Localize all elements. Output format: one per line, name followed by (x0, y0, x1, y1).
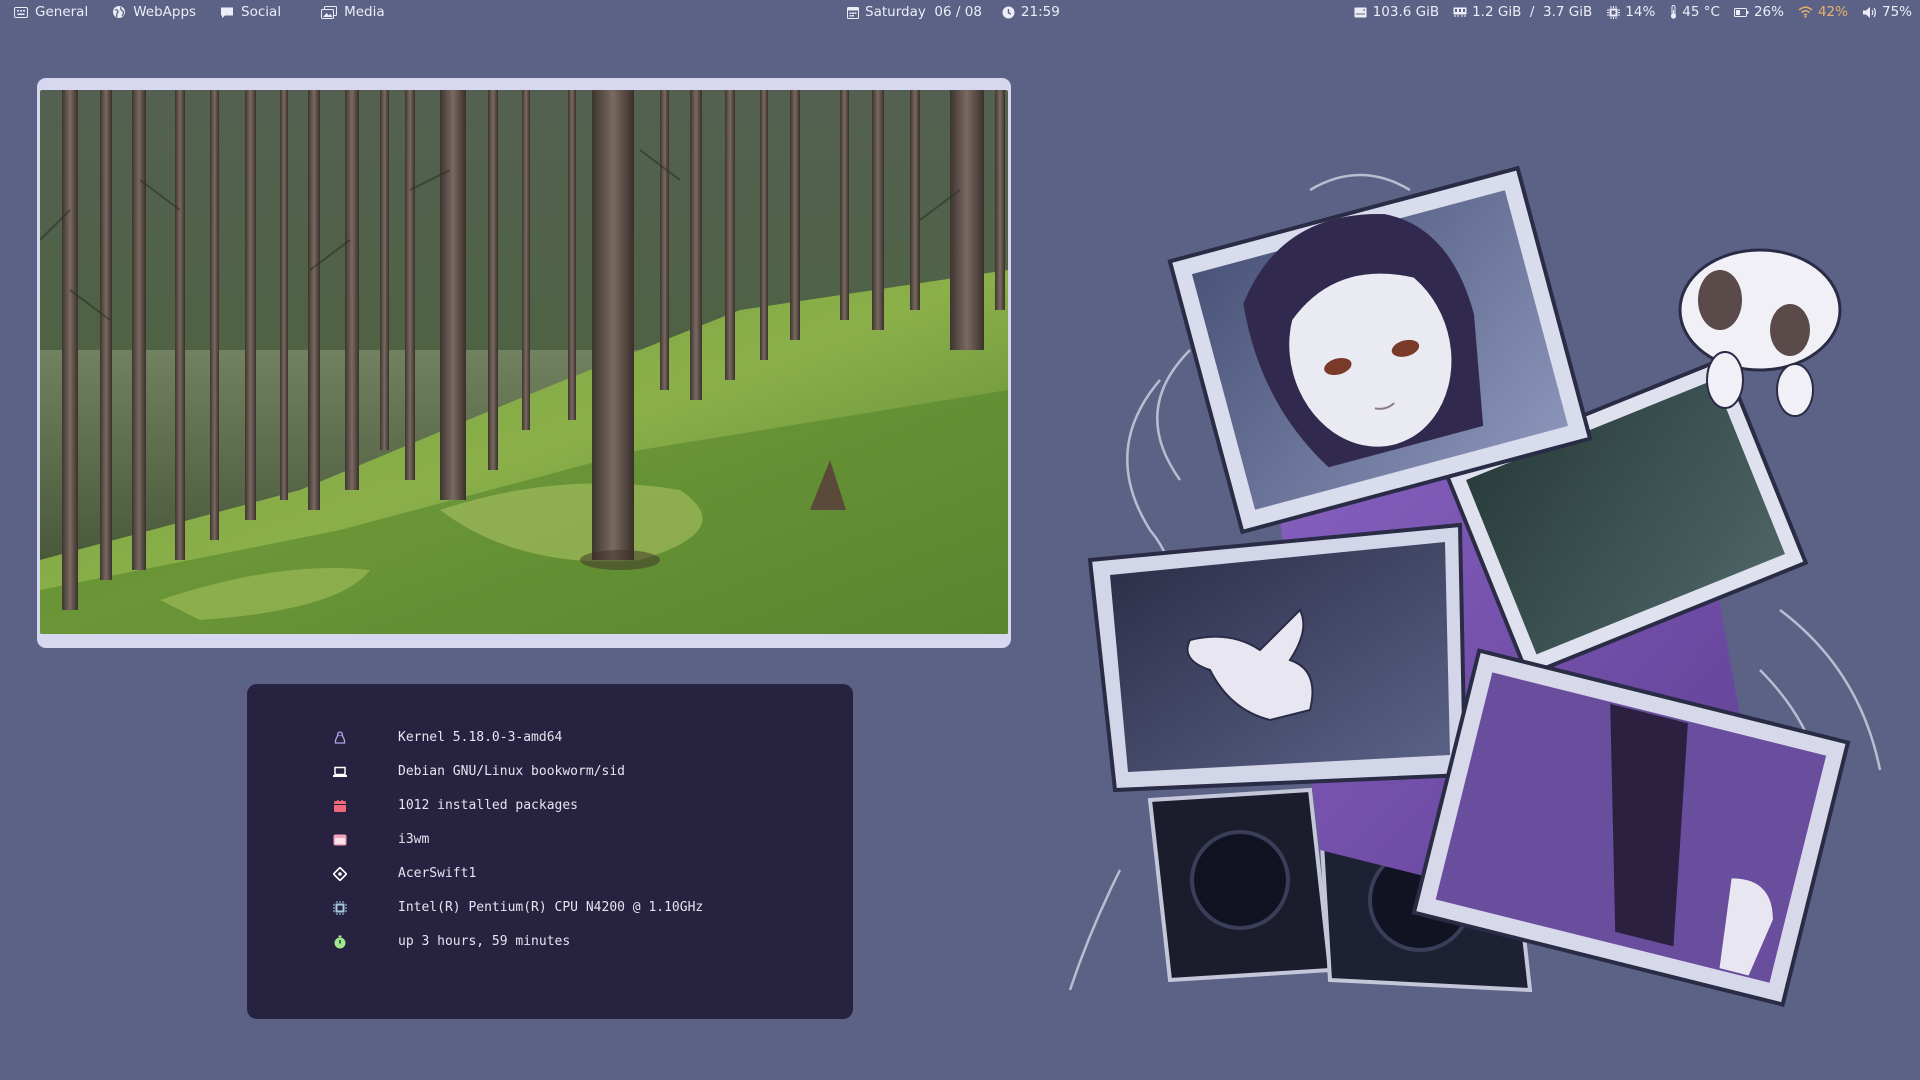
speaker-icon (1862, 5, 1877, 19)
hard-drive-icon (1354, 5, 1368, 19)
memory-status[interactable]: 1.2 GiB / 3.7 GiB (1453, 4, 1592, 20)
globe-icon (112, 5, 126, 19)
workspace-label: General (35, 4, 89, 20)
packages-row: 1012 installed packages (247, 796, 853, 816)
temperature-status[interactable]: 45 °C (1669, 4, 1720, 20)
anime-girl-monitors-artwork (1068, 165, 1882, 1007)
cpu-icon (333, 901, 347, 915)
keyboard-icon (14, 5, 28, 19)
uptime-row: up 3 hours, 59 minutes (247, 932, 853, 952)
wifi-text: 42% (1817, 4, 1848, 20)
workspace-social[interactable]: Social (220, 4, 281, 20)
clock-icon (1002, 5, 1016, 19)
thermometer-icon (1669, 5, 1677, 19)
package-icon (334, 800, 346, 812)
temperature-text: 45 °C (1682, 4, 1720, 20)
cpu-row: Intel(R) Pentium(R) CPU N4200 @ 1.10GHz (247, 898, 853, 918)
cpu-icon (1606, 5, 1620, 19)
workspace-label: Social (241, 4, 282, 20)
window-icon (333, 834, 347, 846)
cpu-text: 14% (1625, 4, 1656, 20)
uptime-text: up 3 hours, 59 minutes (398, 934, 571, 949)
volume-status[interactable]: 75% (1862, 4, 1912, 20)
time-text: 21:59 (1020, 4, 1060, 20)
chat-icon (220, 5, 234, 19)
host-text: AcerSwift1 (398, 866, 477, 881)
date-display[interactable]: Saturday 06 / 08 (846, 4, 982, 20)
wm-text: i3wm (398, 832, 430, 847)
wifi-icon (1798, 5, 1813, 19)
os-text: Debian GNU/Linux bookworm/sid (398, 764, 625, 779)
images-icon (321, 5, 338, 19)
workspace-media[interactable]: Media (321, 4, 385, 20)
forest-photo (40, 90, 1008, 634)
cpu-text: Intel(R) Pentium(R) CPU N4200 @ 1.10GHz (398, 900, 704, 915)
workspace-general[interactable]: General (14, 4, 88, 20)
clock-display[interactable]: 21:59 (1002, 4, 1060, 20)
memory-icon (1453, 5, 1467, 19)
volume-text: 75% (1881, 4, 1912, 20)
packages-text: 1012 installed packages (398, 798, 579, 813)
datetime: Saturday 06 / 08 21:59 (846, 0, 1060, 24)
diamond-icon (333, 867, 347, 881)
workspace-label: Media (344, 4, 385, 20)
disk-text: 103.6 GiB (1372, 4, 1440, 20)
linux-icon (334, 731, 346, 744)
laptop-icon (333, 766, 347, 777)
workspace-webapps[interactable]: WebApps (112, 4, 196, 20)
kernel-row: Kernel 5.18.0-3-amd64 (247, 728, 853, 748)
top-status-bar: General WebApps Social Media Saturday 06… (0, 0, 1920, 24)
workspace-label: WebApps (133, 4, 197, 20)
battery-text: 26% (1753, 4, 1784, 20)
system-info-panel: Kernel 5.18.0-3-amd64 Debian GNU/Linux b… (247, 684, 853, 1019)
battery-status[interactable]: 26% (1733, 4, 1784, 20)
wifi-status[interactable]: 42% (1798, 4, 1848, 20)
cpu-status[interactable]: 14% (1606, 4, 1655, 20)
disk-status[interactable]: 103.6 GiB (1354, 4, 1439, 20)
date-text: Saturday 06 / 08 (865, 4, 982, 20)
os-row: Debian GNU/Linux bookworm/sid (247, 762, 853, 782)
system-status: 103.6 GiB 1.2 GiB / 3.7 GiB 14% 45 °C 26… (1340, 0, 1912, 24)
stopwatch-icon (334, 935, 346, 949)
host-row: AcerSwift1 (247, 864, 853, 884)
calendar-icon (846, 5, 860, 19)
workspace-list: General WebApps Social Media (0, 0, 409, 24)
wm-row: i3wm (247, 830, 853, 850)
memory-text: 1.2 GiB / 3.7 GiB (1472, 4, 1593, 20)
kernel-text: Kernel 5.18.0-3-amd64 (398, 730, 563, 745)
photo-frame (37, 78, 1011, 648)
battery-icon (1733, 5, 1749, 19)
